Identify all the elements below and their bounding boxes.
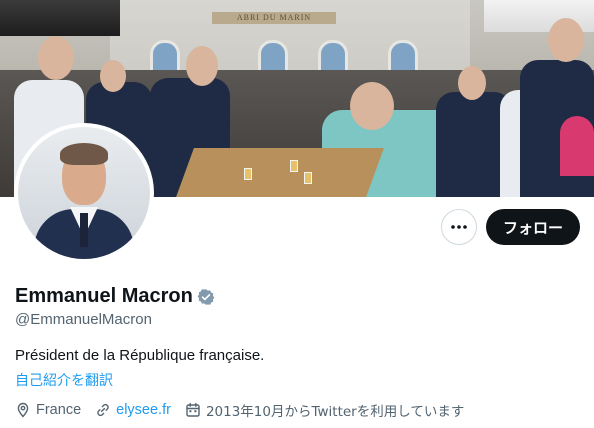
joined-date: 2013年10月からTwitterを利用しています [205,404,465,420]
banner-awning [0,0,120,36]
avatar-photo [18,127,150,259]
calendar-icon [185,402,201,418]
more-options-button[interactable] [441,209,477,245]
website-item: elysee.fr [95,402,171,418]
user-handle: @EmmanuelMacron [15,311,152,328]
display-name: Emmanuel Macron [15,285,193,307]
website-link[interactable]: elysee.fr [116,402,171,418]
banner-person-head [350,82,394,130]
verified-badge-icon [197,288,215,306]
location-item: France [15,402,81,418]
banner-person-head [458,66,486,100]
banner-glass [290,160,298,172]
joined-item: 2013年10月からTwitterを利用しています [185,400,464,420]
banner-person [560,116,594,176]
link-icon [95,402,111,418]
banner-person-head [38,36,74,80]
banner-table [176,148,384,197]
banner-person-head [100,60,126,92]
banner-person-head [186,46,218,86]
banner-glass [304,172,312,184]
location-pin-icon [15,402,31,418]
display-name-row: Emmanuel Macron [15,285,215,308]
banner-sign: ABRI DU MARIN [212,12,336,24]
avatar-tie [80,213,88,247]
follow-button[interactable]: フォロー [486,209,580,245]
profile-meta: France elysee.fr 2013年10月からTwitterを利用してい… [15,400,478,420]
location-text: France [36,402,82,418]
banner-glass [244,168,252,180]
more-horizontal-icon [450,218,468,236]
profile-avatar[interactable] [14,123,154,263]
translate-bio-link[interactable]: 自己紹介を翻訳 [15,370,113,390]
banner-person-head [548,18,584,62]
avatar-hair [60,143,108,165]
profile-bio: Président de la République française. [15,347,265,364]
